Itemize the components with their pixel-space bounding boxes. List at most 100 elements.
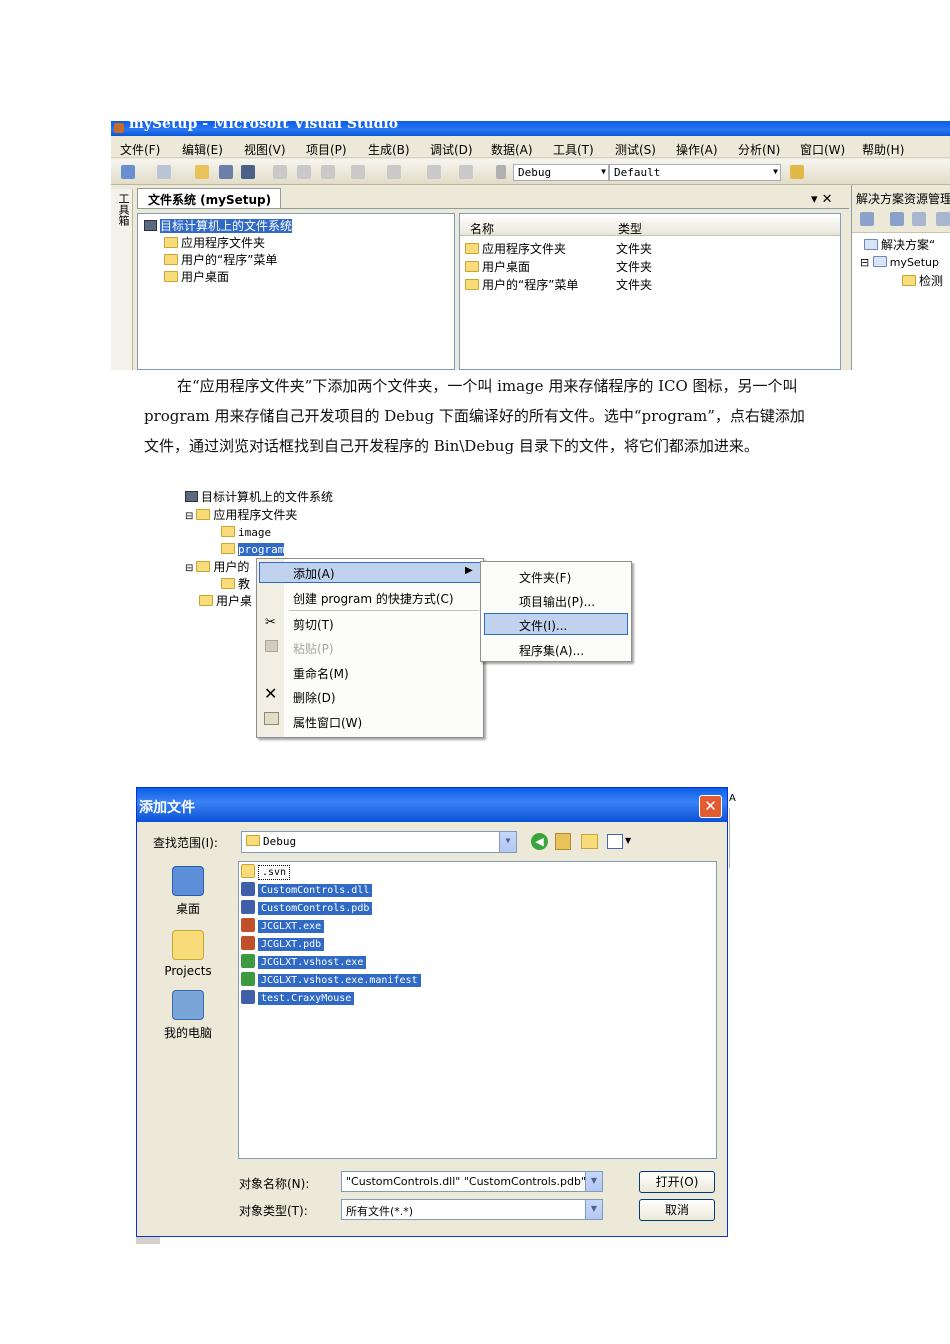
menu-item-rename[interactable]: 重命名(M) [293,665,349,682]
tree2-app-folder[interactable]: 应用程序文件夹 [213,508,297,522]
menu-help[interactable]: 帮助(H) [862,141,904,158]
solution-root[interactable]: 解决方案“ [881,238,935,252]
place-desktop[interactable]: 桌面 [148,866,228,917]
menu-data[interactable]: 数据(A) [491,141,533,158]
open-button[interactable]: 打开(O) [639,1171,715,1193]
config-combo[interactable]: Debug ▼ [513,164,609,181]
cut-icon[interactable] [273,165,287,179]
column-type[interactable]: 类型 [618,220,642,237]
cancel-button[interactable]: 取消 [639,1199,715,1221]
menu-window[interactable]: 窗口(W) [800,141,845,158]
menu-view[interactable]: 视图(V) [244,141,286,158]
place-projects[interactable]: Projects [148,930,228,978]
menu-item-properties[interactable]: 属性窗口(W) [293,714,362,731]
list-item[interactable]: .svn [241,864,291,881]
up-folder-icon[interactable] [555,833,571,850]
tree-item-app-folder[interactable]: 应用程序文件夹 [181,236,265,250]
chevron-down-icon[interactable]: ▼ [585,1172,602,1191]
menu-analyze[interactable]: 分析(N) [738,141,780,158]
folder-icon [246,835,260,846]
copy-icon[interactable] [297,165,311,179]
tree-root[interactable]: 目标计算机上的文件系统 [160,219,293,233]
collapse-icon[interactable]: ⊟ [185,563,193,574]
new-folder-icon[interactable] [581,834,598,849]
list-item[interactable]: CustomControls.dll [241,882,373,899]
undo-icon[interactable] [351,165,365,179]
menu-file[interactable]: 文件(F) [120,141,160,158]
doc-window-controls[interactable]: ▾ ✕ [811,192,833,207]
menu-item-delete[interactable]: 删除(D) [293,689,336,706]
tree2-teach[interactable]: 教 [238,577,250,591]
registry-editor-icon[interactable] [912,212,926,226]
place-my-computer[interactable]: 我的电脑 [148,990,228,1041]
menu-tools[interactable]: 工具(T) [553,141,594,158]
find-in-files-icon[interactable] [790,165,804,179]
platform-combo[interactable]: Default ▼ [609,164,781,181]
column-name[interactable]: 名称 [470,220,494,237]
list-row[interactable]: 用户的“程序”菜单 [465,277,578,293]
submenu-item-assembly[interactable]: 程序集(A)... [519,642,584,659]
menu-edit[interactable]: 编辑(E) [182,141,223,158]
tree2-user-prog[interactable]: 用户的 [213,560,249,574]
navigate-back-icon[interactable] [427,165,441,179]
list-item[interactable]: JCGLXT.pdb [241,936,325,953]
tree2-user-desk[interactable]: 用户桌 [216,594,252,608]
save-all-icon[interactable] [241,165,255,179]
tree-item-programs-menu[interactable]: 用户的“程序”菜单 [181,253,277,267]
list-item[interactable]: JCGLXT.vshost.exe [241,954,367,971]
menu-item-cut[interactable]: 剪切(T) [293,616,334,633]
submenu-item-folder[interactable]: 文件夹(F) [519,569,571,586]
view-menu-icon[interactable] [607,834,623,849]
tree2-program[interactable]: program [238,543,285,556]
file-system-editor-icon[interactable] [890,212,904,226]
save-icon[interactable] [219,165,233,179]
chevron-down-icon[interactable]: ▼ [625,836,631,845]
filename-label: 对象名称(N): [239,1177,310,1191]
list-row[interactable]: 用户桌面 [465,259,530,275]
toolbox-strip[interactable]: 工具箱 [111,189,133,370]
menu-item-create-shortcut[interactable]: 创建 program 的快捷方式(C) [293,590,454,607]
tab-file-system[interactable]: 文件系统 (mySetup) [137,188,281,208]
folder-icon [902,275,916,286]
collapse-icon[interactable]: ⊟ [860,256,869,269]
collapse-icon[interactable]: ⊟ [185,511,193,522]
submenu-item-file[interactable]: 文件(I)... [519,617,567,634]
file-types-editor-icon[interactable] [936,212,950,226]
back-icon[interactable]: ◀ [531,833,548,850]
close-button[interactable]: ✕ [699,795,722,818]
tree-item-desktop[interactable]: 用户桌面 [181,270,229,284]
open-folder-icon[interactable] [195,165,209,179]
list-item[interactable]: CustomControls.pdb [241,900,373,917]
menu-build[interactable]: 生成(B) [368,141,410,158]
menu-actions[interactable]: 操作(A) [676,141,718,158]
list-item[interactable]: test.CraxyMouse [241,990,355,1007]
folder-icon [164,237,178,248]
add-item-icon[interactable] [157,165,171,179]
start-debug-icon[interactable] [496,165,506,179]
chevron-down-icon[interactable]: ▼ [585,1200,602,1219]
list-row[interactable]: 应用程序文件夹 [465,241,566,257]
solution-project[interactable]: mySetup [890,256,939,269]
menu-item-add[interactable]: 添加(A) [293,565,335,582]
tree2-root[interactable]: 目标计算机上的文件系统 [201,490,333,504]
submenu-item-project-output[interactable]: 项目输出(P)... [519,593,595,610]
menu-debug[interactable]: 调试(D) [430,141,473,158]
list-item[interactable]: JCGLXT.vshost.exe.manifest [241,972,421,989]
unknown-file-icon [241,990,255,1004]
tree2-image[interactable]: image [238,526,271,539]
chevron-down-icon[interactable]: ▼ [499,832,516,852]
properties-icon[interactable] [860,212,874,226]
filename-input[interactable]: "CustomControls.dll" "CustomControls.pdb… [341,1171,603,1192]
menu-test[interactable]: 测试(S) [615,141,656,158]
file-name: JCGLXT.vshost.exe.manifest [258,974,421,987]
file-list: .svn CustomControls.dll CustomControls.p… [238,861,717,1159]
look-in-combo[interactable]: Debug ▼ [241,831,517,853]
solution-child[interactable]: 检测 [919,274,943,288]
filetype-select[interactable]: 所有文件(*.*) ▼ [341,1199,603,1220]
list-item[interactable]: JCGLXT.exe [241,918,325,935]
redo-icon[interactable] [387,165,401,179]
menu-project[interactable]: 项目(P) [306,141,347,158]
new-project-icon[interactable] [121,165,135,179]
paste-icon[interactable] [321,165,335,179]
navigate-forward-icon[interactable] [459,165,473,179]
